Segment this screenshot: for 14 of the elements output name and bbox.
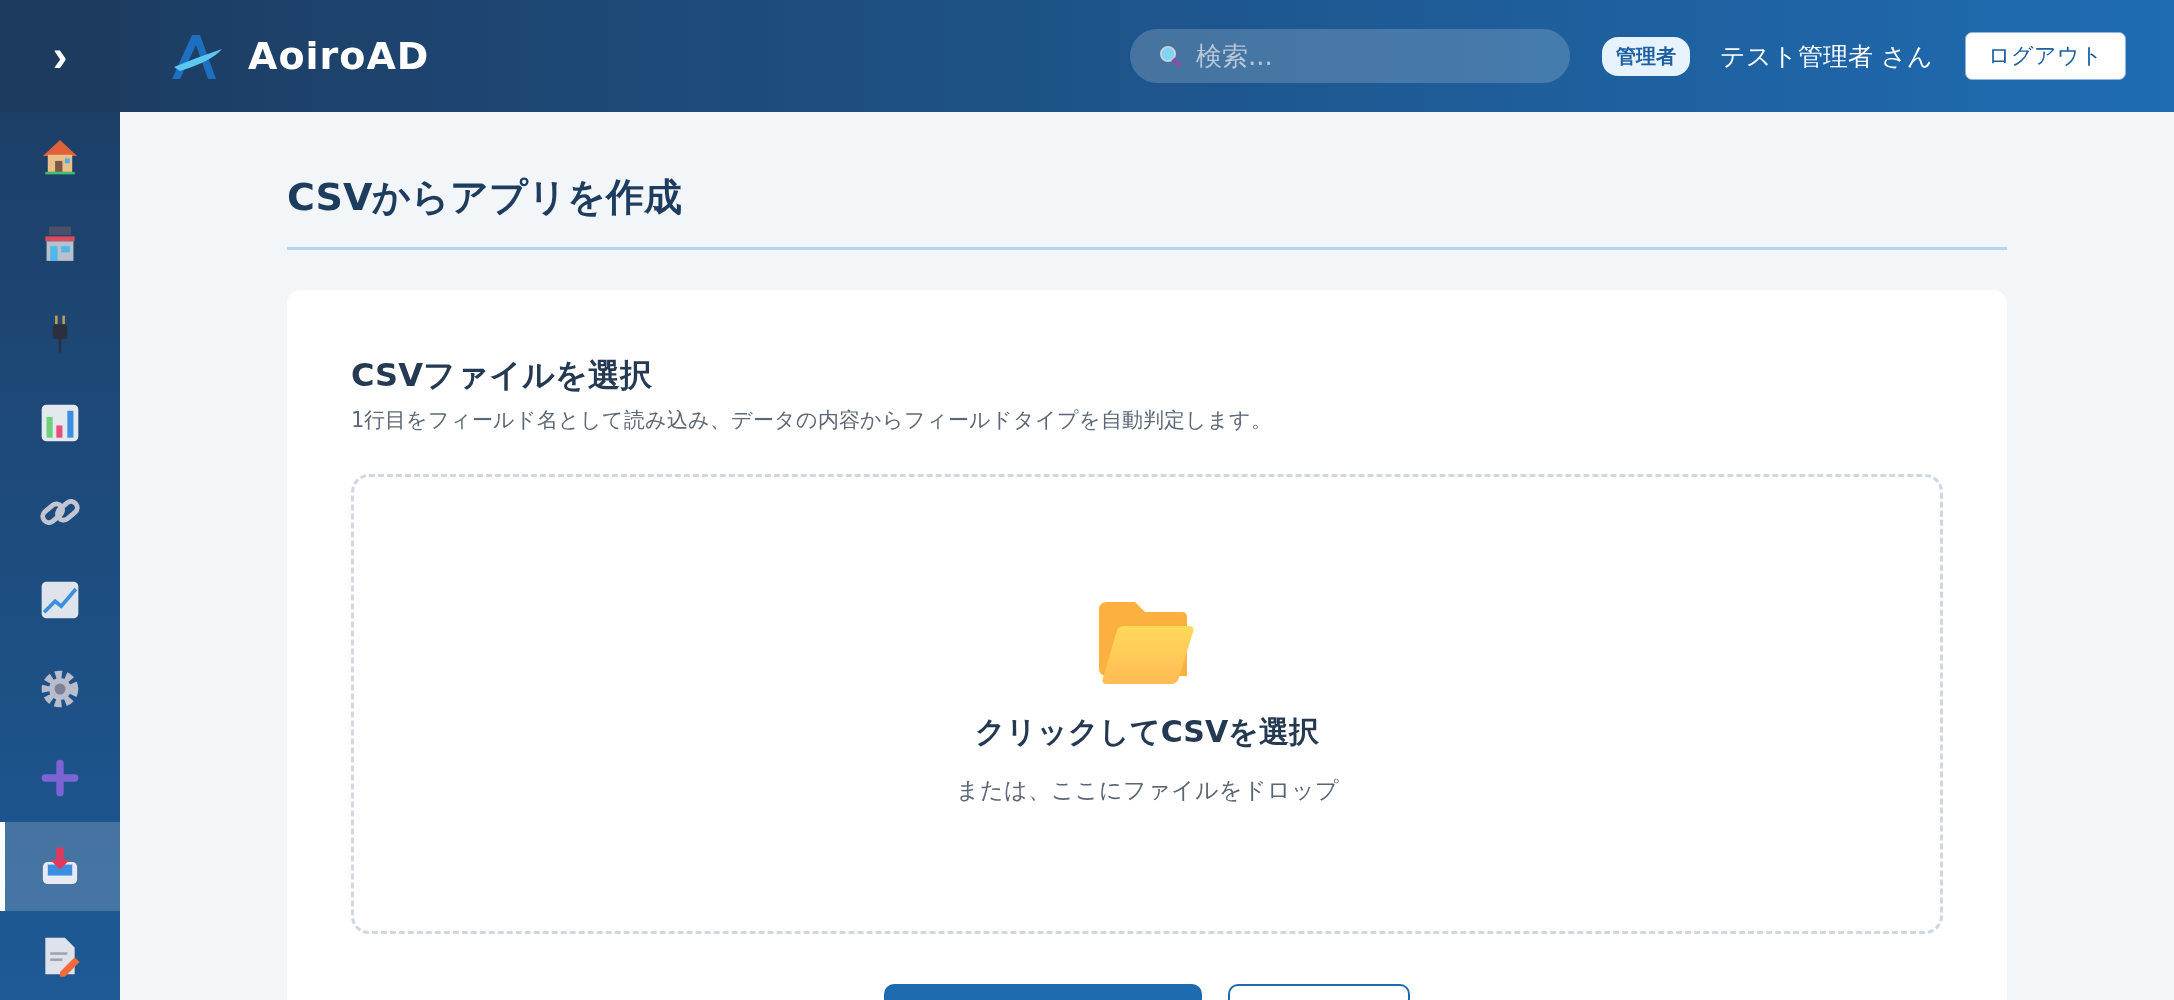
logout-button[interactable]: ログアウト	[1965, 32, 2126, 80]
sidebar-toggle-button[interactable]: ›	[0, 0, 120, 112]
user-name: テスト管理者 さん	[1720, 40, 1933, 73]
role-badge: 管理者	[1602, 36, 1691, 76]
logo-text: AoiroAD	[248, 34, 430, 78]
drop-zone-hint: または、ここにファイルをドロップ	[955, 776, 1339, 805]
folder-icon	[1099, 602, 1195, 684]
page-title: CSVからアプリを作成	[287, 172, 2007, 250]
section-title: CSVファイルを選択	[351, 355, 653, 396]
drop-zone-title: クリックしてCSVを選択	[974, 713, 1320, 751]
search-icon	[1158, 44, 1183, 68]
sidebar-item[interactable]	[0, 822, 120, 912]
file-drop-zone[interactable]: クリックしてCSVを選択 または、ここにファイルをドロップ	[351, 474, 1943, 934]
section-description: 1行目をフィールド名として読み込み、データの内容からフィールドタイプを自動判定します。	[351, 407, 1274, 434]
